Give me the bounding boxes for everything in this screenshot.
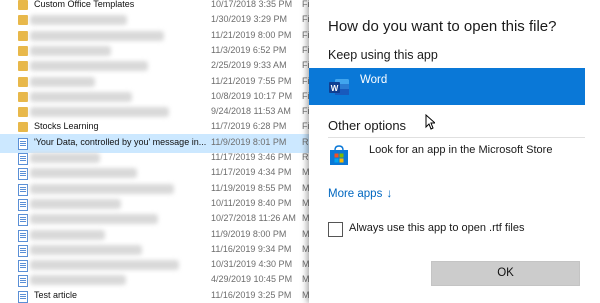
folder-icon	[18, 61, 28, 72]
word-icon: W	[329, 79, 349, 95]
microsoft-store-option[interactable]: Look for an app in the Microsoft Store	[309, 140, 585, 176]
document-icon	[18, 229, 28, 242]
file-date-modified: 11/9/2019 8:00 PM	[211, 228, 287, 239]
blurred-filename	[30, 198, 121, 209]
file-name: Test article	[34, 289, 78, 300]
file-name: Custom Office Templates	[34, 0, 135, 9]
folder-icon	[18, 15, 28, 26]
file-row[interactable]: Test article 11/16/2019 3:25 PM M	[0, 287, 320, 303]
file-date-modified: 1/30/2019 3:29 PM	[211, 14, 288, 25]
blurred-filename	[30, 91, 132, 102]
always-use-label: Always use this app to open .rtf files	[349, 222, 525, 234]
blurred-filename	[30, 260, 179, 271]
blurred-filename	[30, 45, 111, 56]
file-date-modified: 10/31/2019 4:30 PM	[211, 259, 293, 270]
word-app-option[interactable]: W Word	[309, 68, 585, 105]
file-date-modified: 10/11/2019 8:40 PM	[211, 197, 292, 208]
always-use-checkbox[interactable]	[328, 222, 343, 237]
document-icon	[18, 168, 28, 181]
blurred-filename	[30, 229, 105, 240]
blurred-filename	[30, 214, 158, 225]
document-icon	[18, 244, 28, 257]
more-apps-link[interactable]: More apps ↓	[328, 186, 392, 200]
file-date-modified: 11/21/2019 8:00 PM	[211, 29, 292, 40]
blurred-filename	[30, 30, 164, 41]
file-date-modified: 11/17/2019 4:34 PM	[211, 167, 292, 178]
keep-using-heading: Keep using this app	[328, 48, 438, 62]
blurred-filename	[30, 15, 127, 26]
file-date-modified: 10/27/2018 11:26 AM	[211, 213, 296, 224]
document-icon	[18, 290, 28, 303]
microsoft-store-label: Look for an app in the Microsoft Store	[369, 144, 553, 156]
file-date-modified: 11/21/2019 7:55 PM	[211, 75, 292, 86]
blurred-filename	[30, 183, 174, 194]
folder-icon	[18, 122, 28, 133]
word-app-label: Word	[360, 74, 388, 86]
file-date-modified: 11/16/2019 3:25 PM	[211, 289, 292, 300]
file-date-modified: 11/3/2019 6:52 PM	[211, 44, 287, 55]
blurred-filename	[30, 275, 126, 286]
folder-icon	[18, 76, 28, 87]
document-icon	[18, 260, 28, 273]
file-date-modified: 9/24/2018 11:53 AM	[211, 106, 291, 117]
document-icon	[18, 275, 28, 288]
document-icon	[18, 214, 28, 227]
open-with-dialog: How do you want to open this file? Keep …	[309, 0, 600, 303]
more-apps-label: More apps	[328, 188, 383, 200]
file-date-modified: 2/25/2019 9:33 AM	[211, 60, 287, 71]
dialog-title: How do you want to open this file?	[328, 18, 557, 35]
blurred-filename	[30, 76, 95, 87]
file-date-modified: 10/17/2018 3:35 PM	[211, 0, 293, 9]
microsoft-store-icon	[330, 145, 348, 165]
folder-icon	[18, 30, 28, 41]
blurred-filename	[30, 107, 169, 118]
folder-icon	[18, 107, 28, 118]
blurred-filename	[30, 244, 142, 255]
svg-text:W: W	[331, 84, 339, 93]
divider	[328, 137, 585, 138]
folder-icon	[18, 45, 28, 56]
file-date-modified: 11/7/2019 6:28 PM	[211, 121, 287, 132]
blurred-filename	[30, 168, 137, 179]
file-name: Stocks Learning	[34, 121, 99, 132]
document-icon	[18, 198, 28, 211]
folder-icon	[18, 0, 28, 10]
other-options-heading: Other options	[328, 118, 407, 133]
file-date-modified: 11/17/2019 3:46 PM	[211, 152, 292, 162]
blurred-filename	[30, 61, 148, 72]
document-icon	[18, 137, 28, 150]
mouse-cursor-icon	[425, 114, 435, 130]
file-date-modified: 4/29/2019 10:45 PM	[211, 274, 293, 285]
file-date-modified: 11/19/2019 8:55 PM	[211, 182, 292, 193]
document-icon	[18, 183, 28, 196]
document-icon	[18, 153, 28, 165]
folder-icon	[18, 91, 28, 102]
ok-button[interactable]: OK	[431, 261, 580, 286]
file-name: 'Your Data, controlled by you' message i…	[34, 136, 207, 147]
blurred-filename	[30, 153, 100, 163]
arrow-down-icon: ↓	[386, 186, 393, 200]
file-date-modified: 10/8/2019 10:17 PM	[211, 90, 293, 101]
file-date-modified: 11/16/2019 9:34 PM	[211, 243, 292, 254]
file-date-modified: 11/9/2019 8:01 PM	[211, 136, 287, 147]
